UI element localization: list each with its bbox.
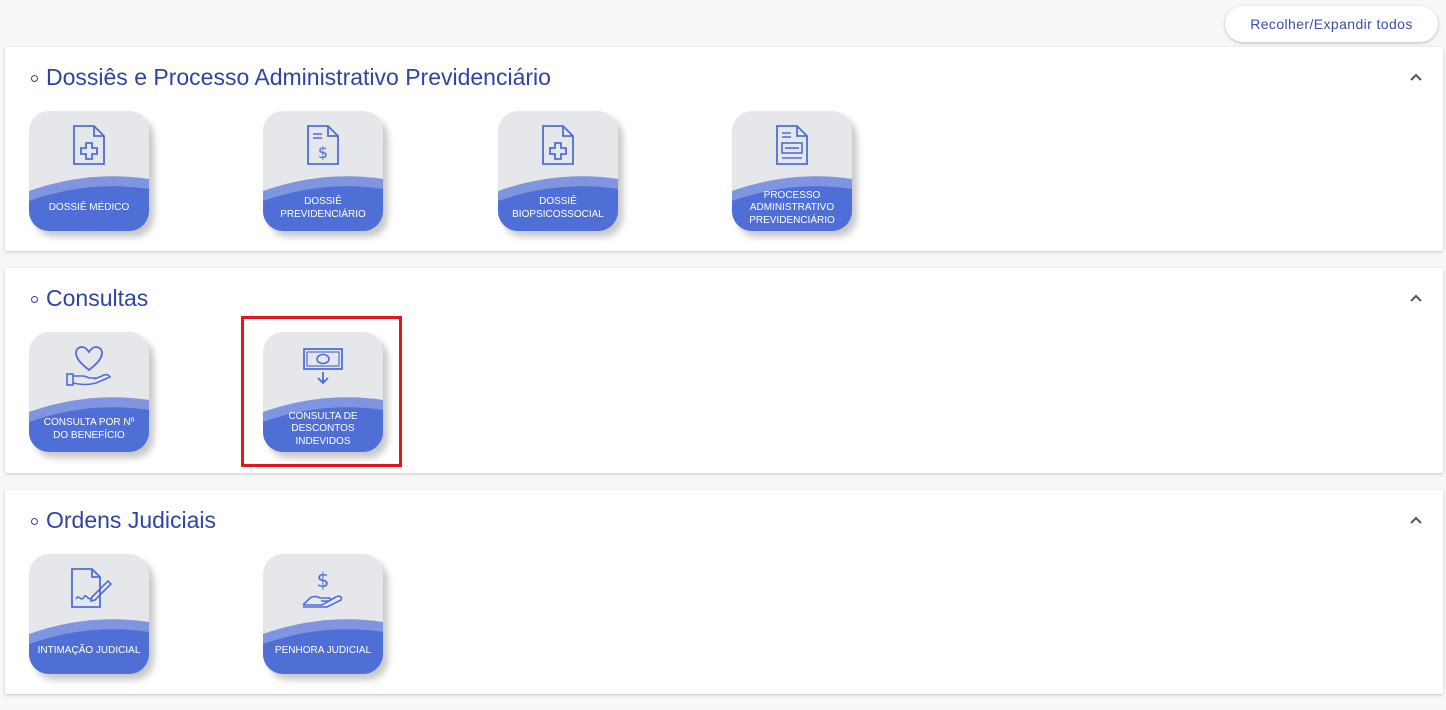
tile-penhora-judicial[interactable]: $ Penhora Judicial (263, 554, 383, 674)
section-title: Consultas (46, 285, 149, 311)
medical-document-icon (542, 125, 574, 165)
tile-label: Consulta de Descontos Indevidos (288, 410, 358, 447)
svg-text:$: $ (317, 568, 330, 592)
tile-label: Dossiê Biopsicossocial (512, 196, 604, 220)
tile-label: Dossiê Médico (48, 202, 130, 214)
bullet-icon (31, 518, 38, 525)
tile-intimacao-judicial[interactable]: Intimação Judicial (29, 554, 149, 674)
tile-label: Processo Administrativo Previdenciário (749, 189, 835, 226)
administrative-process-icon (776, 125, 808, 165)
tile-label: Dossiê Previdenciário (280, 196, 366, 220)
tile-label: Consulta por Nº do Benefício (43, 417, 135, 441)
banknote-down-icon (303, 348, 343, 385)
tile-dossie-medico[interactable]: Dossiê Médico (29, 111, 149, 231)
section-dossies: Dossiês e Processo Administrativo Previd… (5, 47, 1443, 251)
section-header[interactable]: Consultas (5, 268, 1443, 328)
tile-dossie-previdenciario[interactable]: $ Dossiê Previdenciário (263, 111, 383, 231)
tile-label: Penhora Judicial (274, 645, 372, 657)
chevron-up-icon[interactable] (1404, 287, 1428, 311)
money-hand-icon: $ (302, 568, 343, 608)
bullet-icon (31, 296, 38, 303)
section-consultas: Consultas Consulta por Nº do Benefício C… (5, 268, 1443, 473)
tile-dossie-biopsicossocial[interactable]: Dossiê Biopsicossocial (498, 111, 618, 231)
money-document-icon: $ (307, 125, 339, 165)
medical-document-icon (73, 125, 105, 165)
svg-text:$: $ (318, 143, 328, 162)
section-title: Ordens Judiciais (46, 507, 217, 533)
tile-consulta-descontos-indevidos[interactable]: Consulta de Descontos Indevidos (263, 332, 383, 452)
section-ordens-judiciais: Ordens Judiciais Intimação Judicial $ Pe… (5, 490, 1443, 694)
signed-document-icon (71, 568, 112, 608)
tile-label: Intimação Judicial (37, 645, 141, 657)
section-title: Dossiês e Processo Administrativo Previd… (46, 64, 551, 90)
chevron-up-icon[interactable] (1404, 509, 1428, 533)
heart-hand-icon (66, 346, 112, 386)
tile-consulta-beneficio[interactable]: Consulta por Nº do Benefício (29, 332, 149, 452)
tile-processo-administrativo[interactable]: Processo Administrativo Previdenciário (732, 111, 852, 231)
collapse-expand-all-button[interactable]: Recolher/Expandir todos (1225, 6, 1438, 42)
chevron-up-icon[interactable] (1404, 66, 1428, 90)
section-header[interactable]: Ordens Judiciais (5, 490, 1443, 550)
section-header[interactable]: Dossiês e Processo Administrativo Previd… (5, 47, 1443, 107)
bullet-icon (31, 75, 38, 82)
